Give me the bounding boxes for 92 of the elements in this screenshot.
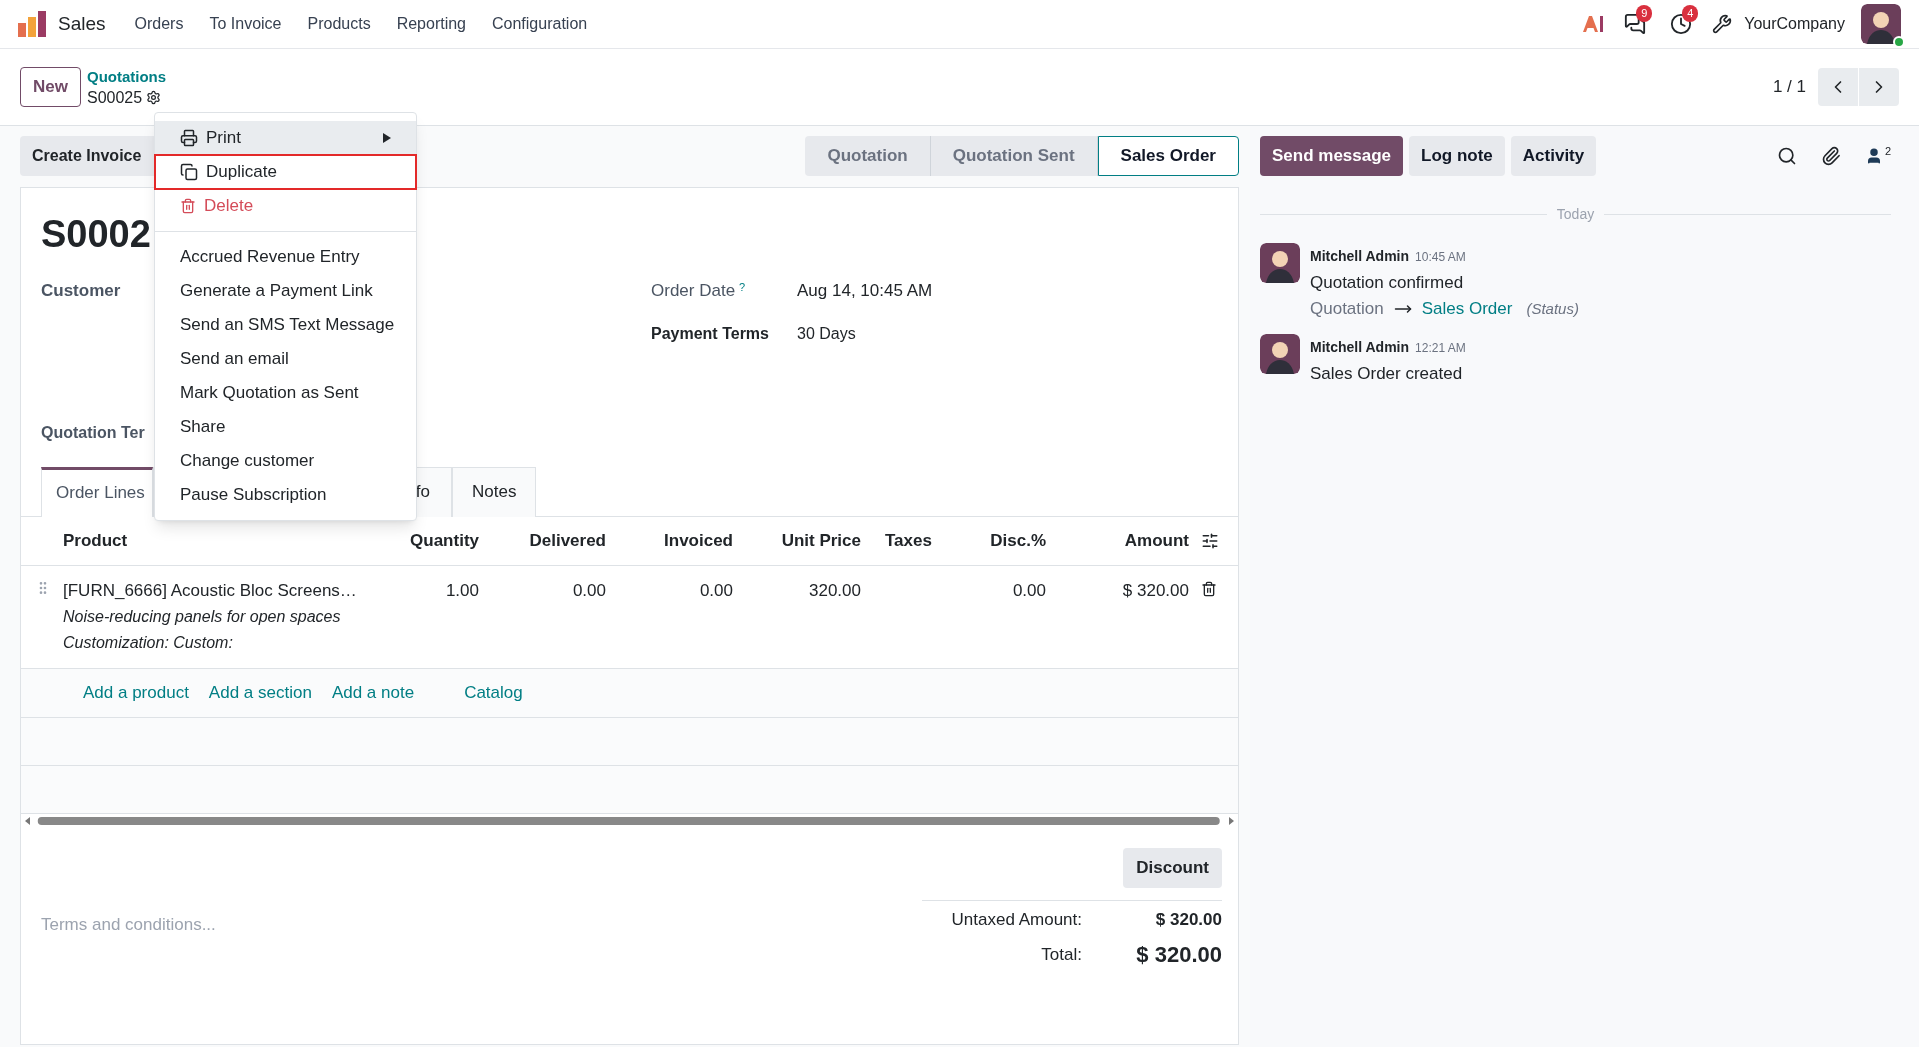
menu-item[interactable]: Change customer <box>155 444 416 478</box>
message-time: 12:21 AM <box>1415 340 1466 357</box>
delete-menu-item[interactable]: Delete <box>155 189 416 223</box>
printer-icon <box>180 129 198 147</box>
app-logo-icon[interactable] <box>18 11 46 37</box>
discount-button[interactable]: Discount <box>1123 847 1222 888</box>
tab[interactable]: Notes <box>452 466 537 517</box>
menu-item[interactable]: Send an SMS Text Message <box>155 308 416 342</box>
date-separator: Today <box>1555 205 1596 224</box>
table-cell-text: 0.00 <box>698 579 734 602</box>
menu-item[interactable]: Mark Quotation as Sent <box>155 376 416 410</box>
menu-item[interactable]: Accrued Revenue Entry <box>155 240 416 274</box>
menu-item[interactable]: Share <box>155 410 416 444</box>
product-description: Noise-reducing panels for open spaces <box>63 606 342 627</box>
column-header[interactable]: Disc.% <box>981 527 1058 554</box>
status-step[interactable]: Sales Order <box>1097 136 1239 176</box>
terms-field[interactable]: Terms and conditions... <box>41 909 641 940</box>
field-value: 30 Days <box>797 323 856 344</box>
column-header[interactable]: Delivered <box>491 527 618 554</box>
author-avatar <box>1260 243 1300 283</box>
author-name[interactable]: Mitchell Admin <box>1310 243 1410 269</box>
notification-count: 9 <box>1636 5 1653 22</box>
field-label: Order Date $^{?}$ <box>651 279 747 302</box>
column-header[interactable]: Product <box>63 527 128 554</box>
table-cell-text: 0.00 <box>1011 579 1047 602</box>
ai-icon[interactable] <box>1582 15 1605 33</box>
tracking-old-value: Quotation <box>1310 298 1384 320</box>
trash-icon[interactable] <box>1201 580 1217 597</box>
product-description: Customization: Custom: <box>63 632 234 653</box>
paperclip-icon[interactable] <box>1820 146 1841 166</box>
total-label: Total: <box>1041 943 1082 966</box>
table-cell-text: 0.00 <box>571 579 607 602</box>
settings-icon[interactable] <box>146 90 162 105</box>
notification-count: 4 <box>1682 5 1699 22</box>
menu-item[interactable]: Generate a Payment Link <box>155 274 416 308</box>
record-name: S00025 <box>86 88 143 108</box>
status-step[interactable]: Quotation <box>805 136 931 176</box>
nav-menu-item[interactable]: To Invoice <box>196 12 295 36</box>
tracking-new-value: Sales Order <box>1421 298 1513 320</box>
trash-icon <box>180 198 196 214</box>
add-line-link[interactable]: Add a product <box>83 679 189 706</box>
author-name[interactable]: Mitchell Admin <box>1310 334 1410 360</box>
help-tooltip-mark[interactable]: ? <box>739 280 746 293</box>
tab[interactable]: Order Lines <box>41 466 153 517</box>
column-header[interactable]: Taxes <box>873 527 981 554</box>
status-step[interactable]: Quotation Sent <box>930 136 1098 176</box>
total-value: $ 320.00 <box>1135 941 1222 969</box>
column-header[interactable]: Quantity <box>401 527 491 554</box>
nav-menu-item[interactable]: Products <box>294 12 384 36</box>
chatter-button[interactable]: Log note <box>1409 136 1505 176</box>
message-time: 10:45 AM <box>1415 249 1466 266</box>
column-header[interactable]: Invoiced <box>618 527 745 554</box>
search-icon[interactable] <box>1776 146 1797 166</box>
message-body: Quotation confirmed <box>1310 272 1465 294</box>
new-button[interactable]: New <box>20 67 81 107</box>
total-label: Untaxed Amount: <box>951 908 1082 931</box>
tracking-field: (Status) <box>1526 296 1579 322</box>
table-cell-text: 320.00 <box>808 579 862 602</box>
nav-menu-item[interactable]: Orders <box>121 12 197 36</box>
company-name[interactable]: YourCompany <box>1744 12 1845 36</box>
add-line-link[interactable]: Add a note <box>331 679 415 706</box>
caret-icon <box>383 133 391 143</box>
table-cell-text: 1.00 <box>444 579 480 602</box>
column-header[interactable]: Unit Price <box>745 527 873 554</box>
add-line-link[interactable]: Catalog <box>464 679 523 706</box>
menu-item[interactable]: Send an email <box>155 342 416 376</box>
pager-value: 1 / 1 <box>1772 76 1806 99</box>
chatter-button[interactable]: Activity <box>1510 136 1597 176</box>
field-label: Quotation Ter <box>41 422 145 443</box>
followers-count: 2 <box>1884 144 1891 159</box>
tools-icon[interactable] <box>1712 14 1733 34</box>
print-menu-item[interactable]: Print <box>155 121 416 155</box>
user-avatar <box>1861 4 1901 44</box>
chatter-button[interactable]: Send message <box>1260 136 1404 176</box>
field-label: Payment Terms <box>651 323 770 344</box>
app-name[interactable]: Sales <box>58 9 106 39</box>
author-avatar <box>1260 334 1300 374</box>
product-name: [FURN_6666] Acoustic Bloc Screens… <box>63 579 358 602</box>
nav-menu-item[interactable]: Reporting <box>383 12 479 36</box>
table-cell-text: $ 320.00 <box>1121 579 1190 602</box>
breadcrumb-link[interactable]: Quotations <box>86 66 167 87</box>
total-value: $ 320.00 <box>1154 908 1222 931</box>
field-label: Customer <box>41 281 121 300</box>
message-body: Sales Order created <box>1310 363 1464 385</box>
column-header[interactable]: Amount <box>1058 527 1201 554</box>
column-settings-icon[interactable] <box>1201 531 1219 550</box>
copy-icon <box>180 163 198 181</box>
field-value: Aug 14, 10:45 AM <box>797 280 933 302</box>
record-title: S0002 <box>41 212 151 257</box>
menu-item[interactable]: Pause Subscription <box>155 478 416 512</box>
add-line-link[interactable]: Add a section <box>208 679 312 706</box>
nav-menu-item[interactable]: Configuration <box>479 12 601 36</box>
